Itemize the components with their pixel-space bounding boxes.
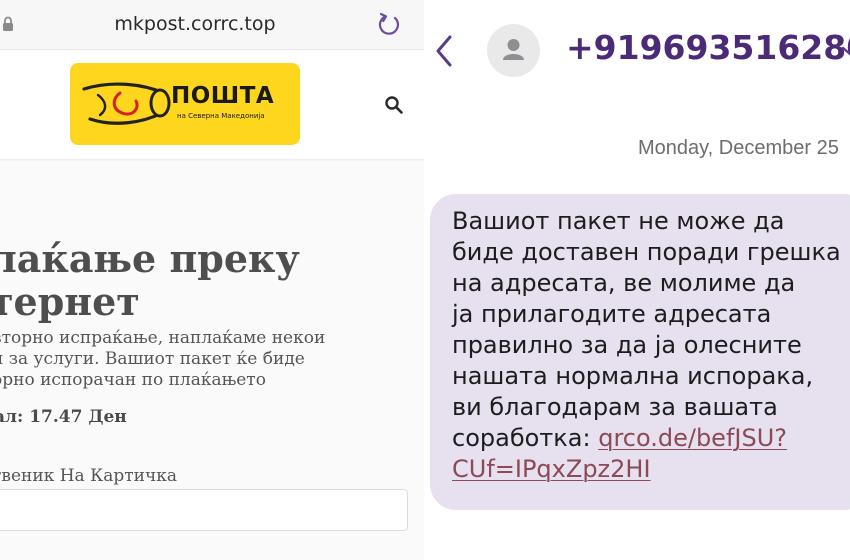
message-link-continued[interactable]: CUf=IPqxZpz2HI [452,455,651,483]
avatar[interactable] [487,24,540,77]
date-separator: Monday, December 25 [638,137,839,159]
message-line: Вашиот пакет не може да [452,207,785,235]
posta-logo[interactable]: ПОШТА на Северна Македонија [70,63,300,145]
search-icon[interactable] [384,95,404,115]
message-link[interactable]: qrco.de/befJSU? [598,424,787,452]
reload-icon[interactable] [375,11,403,39]
payment-section: лаќање преку тернет вторно испраќање, на… [0,161,424,560]
message-line: на адресата, ве молиме да [452,269,796,297]
message-text: Вашиот пакет не може да биде доставен по… [452,206,841,485]
page-title-line: лаќање преку [0,236,300,281]
message-line: соработка: [452,424,599,452]
message-line: ви благодарам за вашата [452,393,778,421]
back-arrow-icon[interactable] [432,33,456,69]
logo-title: ПОШТА [171,83,275,109]
page-title: лаќање преку тернет [0,237,410,323]
description-line: вторно испраќање, наплаќаме некои [0,328,326,348]
card-holder-input[interactable] [0,489,408,531]
description-line: орно испорачан по плаќањето [0,370,266,390]
page-title-line: тернет [0,279,140,324]
page-description: вторно испраќање, наплаќаме некои и за у… [0,328,424,391]
message-line-with-link: соработка: qrco.de/befJSU? [452,423,841,454]
message-line: правилно за да ја олесните [452,331,802,359]
sms-panel: +919693516280 Monday, December 25 Вашиот… [426,0,850,560]
description-line: и за услуги. Вашиот пакет ќе биде [0,349,305,369]
message-line: биде доставен поради грешка [452,238,841,266]
message-line-link: CUf=IPqxZpz2HI [452,454,841,485]
sender-number[interactable]: +919693516280 [566,28,850,67]
chevron-down-icon[interactable] [841,40,850,62]
person-icon [503,39,524,60]
message-line: ја прилагодите адресата [452,300,772,328]
message-line: нашата нормална испорака, [452,362,814,390]
logo-subtitle: на Северна Македонија [177,112,265,120]
url-text[interactable]: mkpost.corrc.top [0,13,390,35]
post-horn-icon [82,82,171,125]
message-bubble[interactable]: Вашиот пакет не може да биде доставен по… [430,194,850,510]
site-header: ПОШТА на Северна Македонија [0,50,424,160]
card-holder-label: твеник На Картичка [0,466,177,486]
address-bar[interactable]: mkpost.corrc.top [0,0,424,50]
fee-amount: ал: 17.47 Ден [0,407,127,427]
browser-panel: mkpost.corrc.top ПОШТА на Северна Македо… [0,0,424,560]
